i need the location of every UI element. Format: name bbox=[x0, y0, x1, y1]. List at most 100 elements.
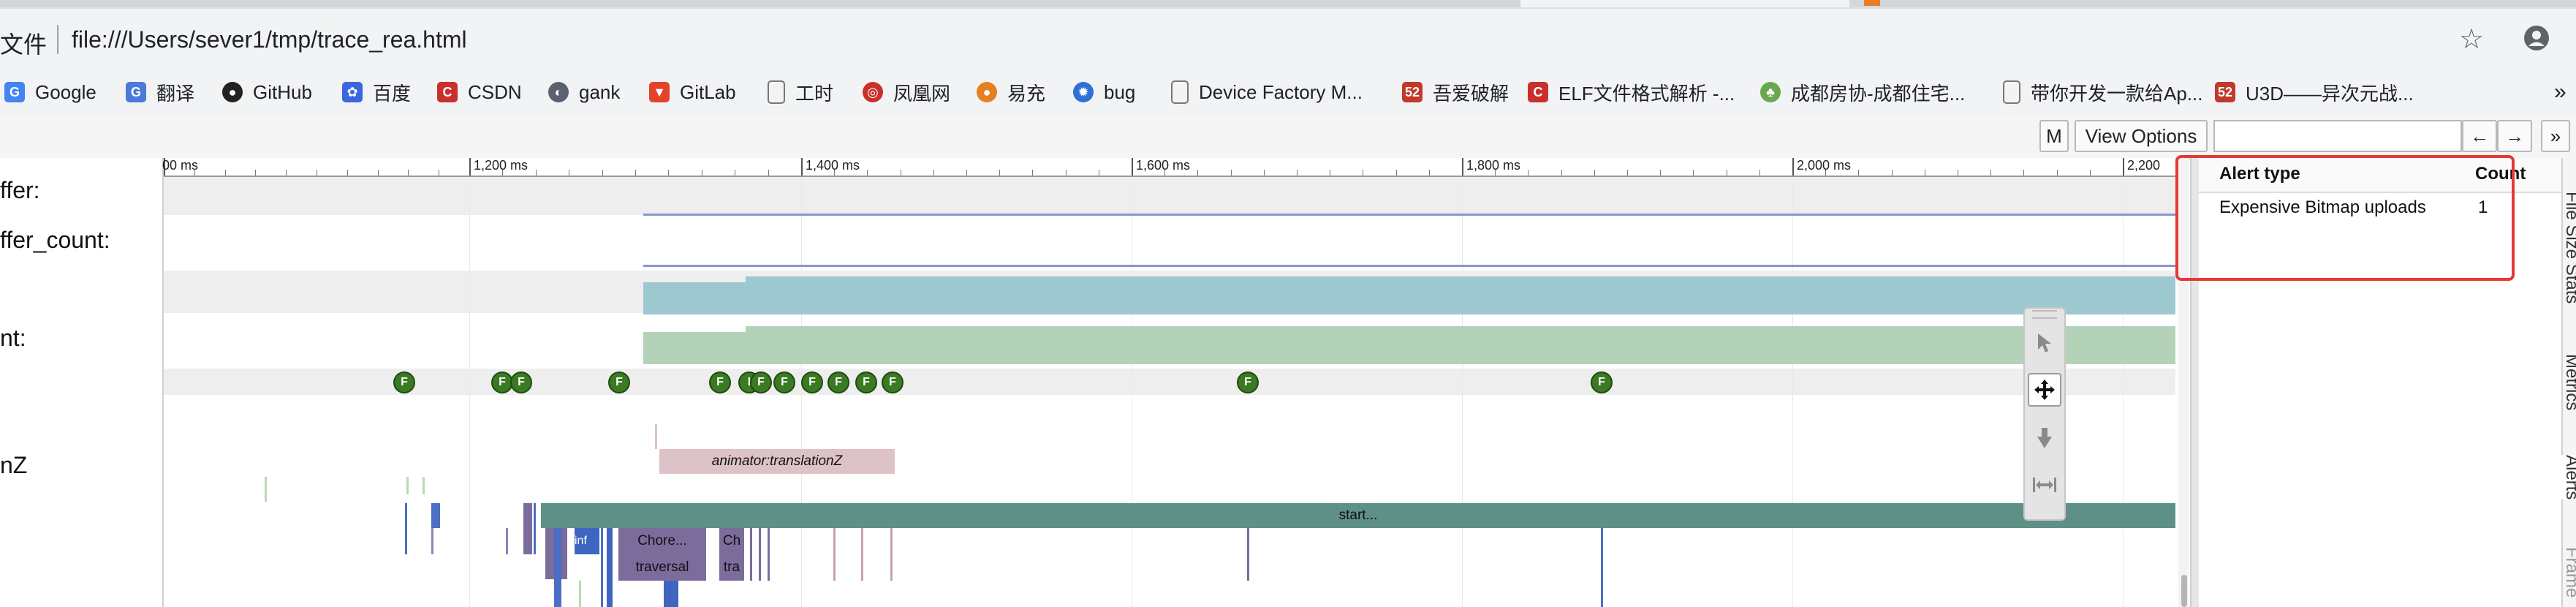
bookmark-google[interactable]: G Google bbox=[4, 78, 96, 107]
slice-sliver[interactable] bbox=[406, 477, 409, 494]
find-input[interactable] bbox=[2213, 120, 2462, 152]
frame-marker[interactable]: F bbox=[393, 372, 415, 393]
bookmark-yichong[interactable]: ● 易充 bbox=[977, 78, 1045, 107]
frame-marker[interactable]: F bbox=[510, 372, 532, 393]
bookmark-daini[interactable]: 带你开发一款给Ap... bbox=[2003, 78, 2202, 107]
slice-sliver[interactable] bbox=[554, 528, 561, 607]
frame-marker[interactable]: F bbox=[608, 372, 630, 393]
bookmark-github[interactable]: ● GitHub bbox=[222, 78, 312, 107]
frame-marker[interactable]: F bbox=[827, 372, 849, 393]
inflate-slice[interactable]: inf bbox=[575, 528, 599, 554]
ruler-tick-label: 1,400 ms bbox=[806, 158, 860, 173]
view-options-button[interactable]: View Options bbox=[2075, 120, 2208, 152]
track-row bbox=[164, 176, 2175, 215]
more-icon[interactable]: ⋮ bbox=[2573, 25, 2576, 54]
slice-sliver[interactable] bbox=[523, 503, 532, 554]
tab-metrics[interactable]: Metrics bbox=[2561, 354, 2576, 410]
bookmark-gitlab[interactable]: ▼ GitLab bbox=[649, 78, 736, 107]
account-icon[interactable] bbox=[2523, 25, 2550, 57]
browser-tab[interactable] bbox=[519, 0, 871, 7]
ruler-minor-tick bbox=[966, 170, 967, 176]
frame-marker[interactable]: F bbox=[1237, 372, 1259, 393]
find-next-button[interactable]: → bbox=[2497, 120, 2532, 152]
slice-sliver[interactable] bbox=[759, 528, 761, 581]
scrollbar-thumb[interactable] bbox=[2181, 575, 2187, 607]
ruler-minor-tick bbox=[1495, 170, 1496, 176]
slice-sliver[interactable] bbox=[1601, 528, 1603, 607]
browser-tab[interactable] bbox=[0, 0, 243, 7]
bookmark-gank[interactable]: ◐ gank bbox=[548, 78, 620, 107]
slice-sliver[interactable] bbox=[431, 503, 440, 528]
browser-tab[interactable] bbox=[1206, 0, 1522, 7]
frame-marker[interactable]: F bbox=[855, 372, 877, 393]
expand-panel-button[interactable]: » bbox=[2541, 120, 2570, 152]
slice-sliver[interactable] bbox=[506, 528, 508, 554]
page-icon bbox=[768, 80, 785, 104]
bookmark-csdn[interactable]: C CSDN bbox=[437, 78, 522, 107]
slice-sliver[interactable] bbox=[655, 424, 657, 449]
ruler-tick bbox=[1792, 158, 1794, 176]
bookmark-gongshi[interactable]: 工时 bbox=[768, 78, 833, 107]
ruler-minor-tick bbox=[1825, 170, 1826, 176]
tab-file-size-stats[interactable]: File Size Stats bbox=[2561, 192, 2576, 304]
slice-sliver[interactable] bbox=[890, 528, 893, 581]
ruler-minor-tick bbox=[1594, 170, 1595, 176]
slice-sliver[interactable] bbox=[1247, 528, 1249, 581]
star-icon[interactable]: ☆ bbox=[2459, 25, 2484, 54]
slice-sliver[interactable] bbox=[768, 528, 770, 581]
bookmark-elf[interactable]: C ELF文件格式解析 -... bbox=[1528, 78, 1735, 107]
slice-sliver[interactable] bbox=[431, 528, 433, 554]
ruler-minor-tick bbox=[999, 170, 1000, 176]
browser-tab[interactable] bbox=[1849, 0, 2180, 7]
slice-sliver[interactable] bbox=[861, 528, 863, 581]
frame-marker[interactable]: F bbox=[750, 372, 772, 393]
frame-marker[interactable]: F bbox=[709, 372, 731, 393]
metadata-button[interactable]: M bbox=[2039, 120, 2069, 152]
drag-handle[interactable] bbox=[2032, 310, 2057, 319]
ruler-minor-tick bbox=[1164, 170, 1165, 176]
bookmark-u3d[interactable]: 52 U3D——异次元战... bbox=[2215, 78, 2414, 107]
find-previous-button[interactable]: ← bbox=[2462, 120, 2497, 152]
bookmark-bug[interactable]: ✹ bug bbox=[1073, 78, 1135, 107]
selection-mode-icon[interactable] bbox=[2028, 326, 2061, 360]
frame-marker[interactable]: F bbox=[773, 372, 795, 393]
browser-tab[interactable] bbox=[241, 0, 520, 7]
browser-tab[interactable] bbox=[870, 0, 1208, 7]
bookmark-ifeng[interactable]: ◎ 凤凰网 bbox=[863, 78, 950, 107]
url-field[interactable]: file:///Users/sever1/tmp/trace_rea.html bbox=[72, 26, 467, 53]
traversal-slice[interactable]: traversal bbox=[618, 554, 706, 581]
bookmark-translate[interactable]: G 翻译 bbox=[126, 78, 194, 107]
bookmark-fangxie[interactable]: ♣ 成都房协-成都住宅... bbox=[1760, 78, 1965, 107]
ruler-minor-tick bbox=[834, 170, 835, 176]
slice-sliver[interactable] bbox=[833, 528, 836, 581]
slice-sliver[interactable] bbox=[405, 503, 407, 554]
frame-marker[interactable]: F bbox=[801, 372, 823, 393]
choreographer-short-slice[interactable]: Ch bbox=[719, 528, 744, 554]
tab-alerts[interactable]: Alerts bbox=[2561, 455, 2576, 500]
browser-tab[interactable] bbox=[2178, 0, 2576, 7]
slice-sliver[interactable] bbox=[601, 528, 603, 607]
bookmarks-overflow-icon[interactable]: » bbox=[2554, 78, 2566, 107]
bookmark-52pojie[interactable]: 52 吾爱破解 bbox=[1402, 78, 1509, 107]
slice-sliver[interactable] bbox=[607, 528, 613, 607]
bookmark-baidu[interactable]: ✿ 百度 bbox=[342, 78, 411, 107]
bookmark-device-factory[interactable]: Device Factory M... bbox=[1171, 78, 1363, 107]
traversal-short-slice[interactable]: tra bbox=[719, 554, 744, 581]
zoom-mode-icon[interactable] bbox=[2028, 421, 2061, 455]
slice-sliver[interactable] bbox=[579, 581, 581, 607]
slice-sliver[interactable] bbox=[265, 477, 267, 502]
choreographer-slice[interactable]: Chore... bbox=[618, 528, 706, 554]
tab-frame[interactable]: Frame bbox=[2561, 547, 2576, 597]
frame-marker[interactable]: F bbox=[882, 372, 904, 393]
start-slice[interactable]: start... bbox=[541, 503, 2175, 528]
timing-mode-icon[interactable] bbox=[2028, 468, 2061, 502]
animator-translationz-slice[interactable]: animator:translationZ bbox=[659, 449, 895, 474]
slice-sliver[interactable] bbox=[534, 503, 536, 554]
slice-sliver[interactable] bbox=[664, 581, 678, 607]
pan-mode-icon[interactable] bbox=[2028, 373, 2061, 407]
slice-sliver[interactable] bbox=[750, 528, 752, 581]
ruler-minor-tick bbox=[1561, 170, 1562, 176]
browser-tab-active[interactable] bbox=[1520, 0, 1851, 7]
frame-marker[interactable]: F bbox=[1591, 372, 1613, 393]
slice-sliver[interactable] bbox=[423, 477, 425, 494]
